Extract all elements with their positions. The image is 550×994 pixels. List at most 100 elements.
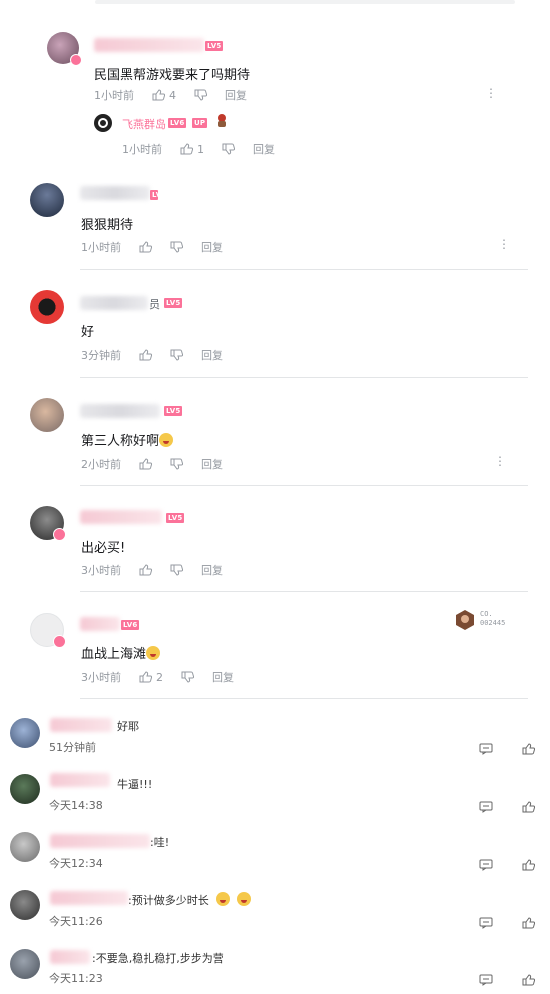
reply-button[interactable]: 回复 [201,456,223,472]
username[interactable] [50,773,110,787]
username[interactable] [50,950,90,964]
comment-time: 今天12:34 [49,857,103,870]
username[interactable] [80,296,148,310]
level-badge: LV5 [164,298,183,308]
reply-button[interactable]: 回复 [212,669,234,685]
fan-card-number: CO. 002445 [480,610,506,627]
comment-time: 51分钟前 [49,741,96,754]
like-icon[interactable] [139,564,152,576]
avatar[interactable] [10,718,40,748]
like-icon[interactable] [522,971,536,990]
comment-time: 今天11:23 [49,972,103,985]
username[interactable] [80,510,162,524]
reply-button[interactable]: 回复 [201,239,223,255]
level-badge: LV6 [150,190,158,200]
comment-time: 3小时前 [81,671,121,684]
avatar[interactable] [10,774,40,804]
like-icon[interactable] [522,914,536,933]
vip-badge-icon [53,528,66,541]
comment-time: 今天14:38 [49,799,103,812]
more-icon[interactable]: ⋮ [494,454,506,468]
more-icon[interactable]: ⋮ [498,237,510,251]
divider [80,698,528,699]
divider [80,377,528,378]
like-icon[interactable] [139,349,152,361]
comment-icon[interactable] [479,740,493,759]
emoji-icon [146,646,161,660]
avatar[interactable] [30,290,64,324]
comment-text: 牛逼!!! [117,778,153,791]
comment-icon[interactable] [479,914,493,933]
username[interactable] [94,38,204,52]
avatar[interactable] [10,890,40,920]
avatar[interactable] [30,398,64,432]
dislike-icon[interactable] [170,458,183,470]
vip-badge-icon [70,54,82,66]
comment-time: 3小时前 [81,564,121,577]
dislike-icon[interactable] [170,564,183,576]
level-badge: LV5 [205,41,224,51]
username[interactable] [80,404,160,418]
comment-text: 民国黑帮游戏要来了吗期待 [94,68,251,83]
reply-button[interactable]: 回复 [225,87,247,103]
comment-text-body: :预计做多少时长 [128,894,209,907]
comment-text: 第三人称好啊 [81,430,174,449]
dislike-icon[interactable] [222,143,235,155]
comment-text-body: 血战上海滩 [81,647,147,662]
level-badge: LV5 [164,406,183,416]
reply-button[interactable]: 回复 [253,141,275,157]
dislike-icon[interactable] [194,89,207,101]
divider [80,591,528,592]
comment-time: 3分钟前 [81,349,121,362]
username[interactable] [80,617,120,631]
comment-icon[interactable] [479,798,493,817]
fan-card-badge: CO. 002445 [454,608,524,632]
comment-icon[interactable] [479,971,493,990]
avatar[interactable] [30,183,64,217]
emoji-icon [159,433,174,447]
comment-time: 2小时前 [81,458,121,471]
divider [80,485,528,486]
emoji-icon [216,892,231,906]
avatar[interactable] [10,949,40,979]
avatar[interactable] [94,114,112,132]
comment-time: 1小时前 [81,241,121,254]
like-icon[interactable] [139,241,152,253]
username[interactable] [50,834,150,848]
reply-button[interactable]: 回复 [201,347,223,363]
like-icon[interactable] [522,856,536,875]
like-icon[interactable] [522,740,536,759]
username[interactable]: 飞燕群岛 [122,116,166,132]
like-icon[interactable] [139,671,152,683]
username[interactable] [50,718,112,732]
comment-text: 好 [81,325,95,340]
more-icon[interactable]: ⋮ [485,86,497,100]
like-icon[interactable] [139,458,152,470]
comment-time: 今天11:26 [49,915,103,928]
comment-time: 1小时前 [122,143,162,156]
reply-button[interactable]: 回复 [201,562,223,578]
level-badge: LV6 [121,620,140,630]
top-input-bar [95,0,515,4]
up-badge: UP [192,118,208,128]
comment-text-body: 第三人称好啊 [81,434,160,449]
like-icon[interactable] [152,89,165,101]
like-icon[interactable] [522,798,536,817]
avatar[interactable] [10,832,40,862]
username[interactable] [50,891,128,905]
like-icon[interactable] [180,143,193,155]
like-count: 2 [156,670,163,684]
emoji-icon [236,892,251,906]
comment-text: :不要急,稳扎稳打,步步为营 [92,952,224,965]
dislike-icon[interactable] [170,241,183,253]
like-count: 4 [169,88,176,102]
username[interactable] [80,186,150,200]
username-suffix: 员 [149,298,160,311]
dislike-icon[interactable] [170,349,183,361]
comment-text: 血战上海滩 [81,643,161,662]
comment-icon[interactable] [479,856,493,875]
dislike-icon[interactable] [181,671,194,683]
comment-text: 狠狠期待 [81,218,134,233]
like-count: 1 [197,142,204,156]
vip-badge-icon [53,635,66,648]
